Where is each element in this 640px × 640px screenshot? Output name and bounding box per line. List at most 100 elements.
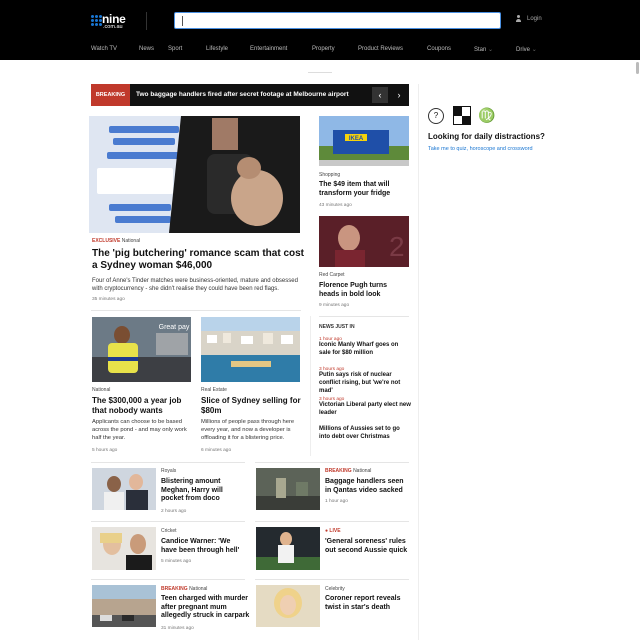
chevron-down-icon: ⌄ [531, 47, 537, 53]
list-story-label-category: Royals [161, 468, 177, 474]
hero-label-category: National [121, 238, 141, 244]
side-story-label: Red Carpet [319, 272, 345, 278]
warner-image[interactable] [92, 527, 156, 570]
main-nav: Watch TV News Sport Lifestyle Entertainm… [91, 46, 546, 56]
quiz-icon[interactable]: ? [428, 108, 444, 124]
side-story-title[interactable]: The $49 item that will transform your fr… [319, 181, 409, 198]
cricket-image[interactable] [256, 527, 320, 570]
hero-summary: Four of Anne's Tinder matches were busin… [92, 278, 298, 293]
list-story-label-category: National [353, 468, 372, 474]
florence-image-art: 2 [319, 216, 409, 267]
list-story-title[interactable]: Blistering amount Meghan, Harry will poc… [161, 478, 247, 504]
florence-image[interactable]: 2 [319, 216, 409, 267]
hero-title[interactable]: The 'pig butchering' romance scam that c… [92, 248, 308, 272]
nav-item-entertainment[interactable]: Entertainment [250, 46, 312, 56]
nav-item-drive-label: Drive [516, 47, 531, 53]
mid-story-summary: Millions of people pass through here eve… [201, 419, 295, 441]
divider [91, 310, 301, 311]
news-item[interactable]: Millions of Aussies set to go into debt … [319, 426, 411, 442]
divider [255, 579, 409, 580]
list-story-label-category: National [189, 586, 208, 592]
nine-logo[interactable]: nine .com.au [91, 12, 133, 31]
nav-item-sport[interactable]: Sport [168, 46, 206, 56]
list-story-title[interactable]: 'General soreness' rules out second Auss… [325, 538, 411, 555]
distractions-heading: Looking for daily distractions? [428, 132, 545, 141]
side-story-time: 9 minutes ago [319, 303, 350, 308]
hero-label-exclusive: EXCLUSIVE [92, 238, 121, 244]
ad-divider [308, 72, 332, 73]
qantas-image[interactable] [256, 468, 320, 510]
hero-time: 35 minutes ago [92, 297, 125, 302]
scrollbar-thumb[interactable] [636, 62, 639, 74]
list-story-time: 5 minutes ago [161, 559, 192, 564]
login-label: Login [527, 16, 542, 22]
ikea-image[interactable]: IKEA [319, 116, 409, 166]
job-image-art: Great pay [92, 317, 191, 382]
chevron-left-icon[interactable]: ‹ [372, 87, 388, 103]
news-item-title[interactable]: Victorian Liberal party elect new leader [319, 402, 411, 418]
news-just-in-heading: NEWS JUST IN [319, 324, 355, 330]
divider [91, 521, 245, 522]
list-story-time: 31 minutes ago [161, 626, 194, 631]
carpark-image-art [92, 585, 156, 627]
live-badge: ● LIVE [325, 528, 341, 534]
nav-item-coupons[interactable]: Coupons [427, 46, 474, 56]
side-story-label: Shopping [319, 172, 341, 178]
search-input[interactable] [174, 12, 501, 29]
horoscope-icon[interactable]: ♍ [478, 106, 495, 124]
list-story-label: Celebrity [325, 586, 345, 592]
nav-item-drive[interactable]: Drive ⌄ [516, 46, 546, 56]
chevron-right-icon[interactable]: › [391, 87, 407, 103]
side-story-title[interactable]: Florence Pugh turns heads in bold look [319, 282, 409, 299]
breaking-news-bar[interactable]: BREAKING Two baggage handlers fired afte… [91, 84, 409, 106]
mid-story-summary: Applicants can choose to be based across… [92, 419, 187, 441]
nav-item-product-reviews[interactable]: Product Reviews [358, 46, 427, 56]
list-story-title[interactable]: Baggage handlers seen in Qantas video sa… [325, 478, 411, 495]
qantas-image-art [256, 468, 320, 510]
mid-story-title[interactable]: Slice of Sydney selling for $80m [201, 396, 305, 416]
hero-label: EXCLUSIVE National [92, 238, 140, 244]
nav-item-stan[interactable]: Stan ⌄ [474, 46, 516, 56]
list-story-time: 2 hours ago [161, 509, 187, 514]
nav-item-stan-label: Stan [474, 47, 487, 53]
mid-story-label: Real Estate [201, 387, 227, 393]
cricket-image-art [256, 527, 320, 570]
carpark-image[interactable] [92, 585, 156, 627]
news-item[interactable]: 3 hours ago Victorian Liberal party elec… [319, 397, 411, 418]
nav-item-watch-tv[interactable]: Watch TV [91, 46, 139, 56]
distractions-link[interactable]: Take me to quiz, horoscope and crossword [428, 146, 598, 153]
royals-image-art [92, 468, 156, 510]
job-image[interactable]: Great pay [92, 317, 191, 382]
news-item-title[interactable]: Iconic Manly Wharf goes on sale for $80 … [319, 342, 411, 358]
list-story-label: ● LIVE [325, 528, 341, 534]
divider [255, 521, 409, 522]
list-story-title[interactable]: Coroner report reveals twist in star's d… [325, 595, 411, 612]
news-item-title[interactable]: Putin says risk of nuclear conflict risi… [319, 372, 411, 395]
crossword-icon[interactable] [453, 106, 471, 125]
logo-dots-icon [91, 15, 102, 26]
sydney-image[interactable] [201, 317, 300, 382]
side-story-time: 43 minutes ago [319, 203, 352, 208]
news-item-title[interactable]: Millions of Aussies set to go into debt … [319, 426, 411, 442]
news-item[interactable]: 1 hour ago Iconic Manly Wharf goes on sa… [319, 337, 411, 358]
list-story-title[interactable]: Teen charged with murder after pregnant … [161, 595, 251, 621]
list-story-label: BREAKING National [325, 468, 371, 474]
nav-item-lifestyle[interactable]: Lifestyle [206, 46, 250, 56]
chevron-down-icon: ⌄ [488, 47, 494, 53]
list-story-title[interactable]: Candice Warner: 'We have been through he… [161, 538, 247, 555]
news-item[interactable]: 3 hours ago Putin says risk of nuclear c… [319, 367, 411, 395]
header-divider [146, 12, 147, 30]
warner-image-art [92, 527, 156, 570]
text-caret [182, 16, 183, 26]
breaking-headline[interactable]: Two baggage handlers fired after secret … [136, 84, 349, 106]
nav-item-property[interactable]: Property [312, 46, 358, 56]
crossword-icon-art [453, 106, 471, 125]
mid-story-title[interactable]: The $300,000 a year job that nobody want… [92, 396, 196, 416]
hero-image[interactable] [89, 116, 300, 233]
nav-item-news[interactable]: News [139, 46, 168, 56]
list-story-time: 1 hour ago [325, 499, 348, 504]
coroner-image[interactable] [256, 585, 320, 627]
column-divider [418, 84, 419, 640]
royals-image[interactable] [92, 468, 156, 510]
login-button[interactable]: Login [515, 15, 542, 23]
